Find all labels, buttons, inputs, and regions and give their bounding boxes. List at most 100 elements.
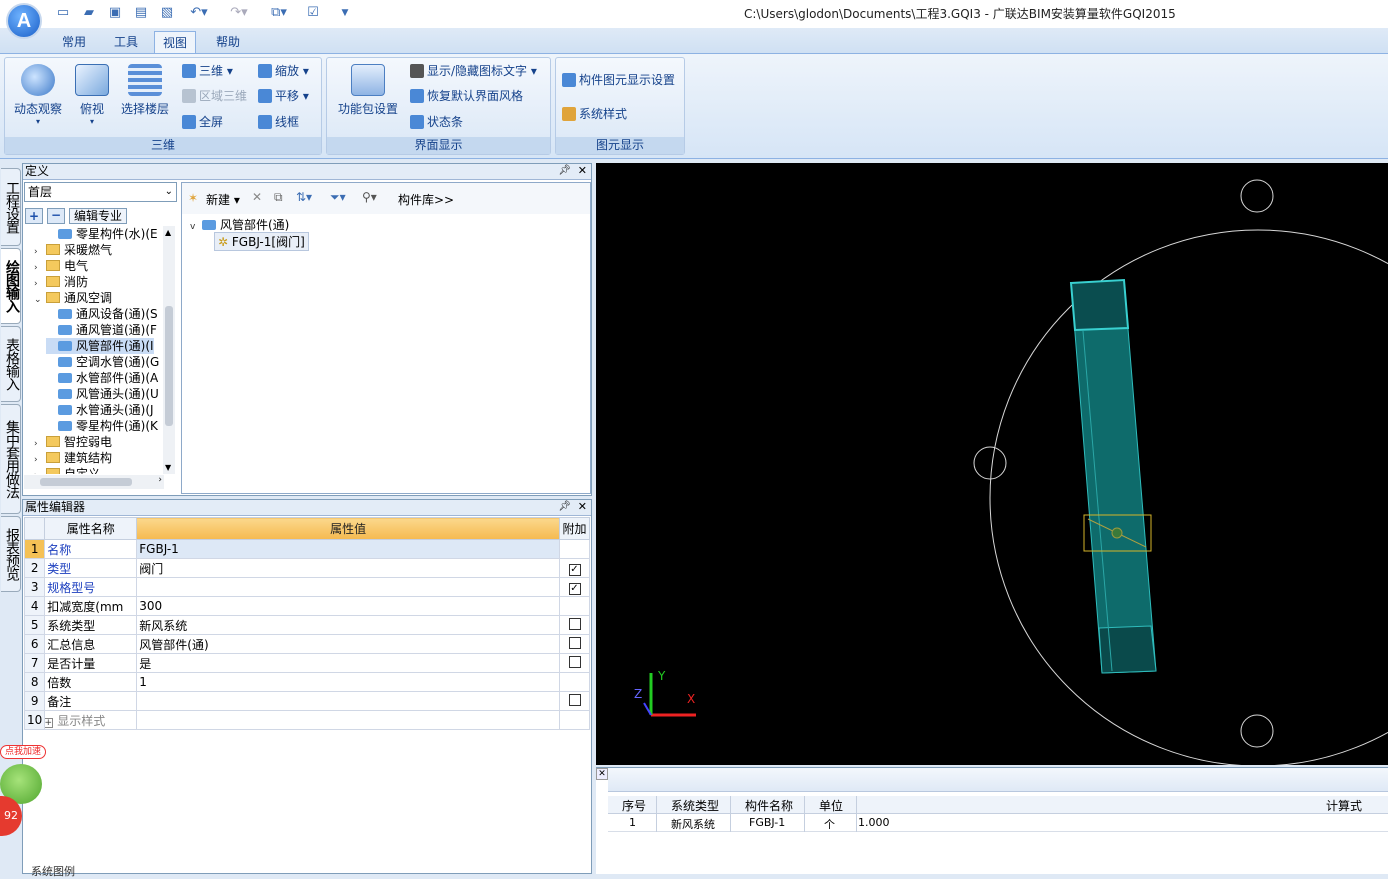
tree-vertical-scrollbar[interactable]: ▲ ▼ <box>163 226 175 474</box>
tab-view[interactable]: 视图 <box>154 31 197 53</box>
property-value[interactable]: 1 <box>136 672 560 692</box>
component-library-link[interactable]: 构件库>> <box>398 191 454 208</box>
property-row[interactable]: 6 汇总信息 风管部件(通) <box>23 634 590 654</box>
vtab-table-input[interactable]: 表格输入 <box>1 326 21 402</box>
extra-checkbox[interactable] <box>568 636 581 649</box>
restore-default-button[interactable]: 恢复默认界面风格 <box>410 86 523 106</box>
copy-icon[interactable]: ⧉ <box>274 190 283 205</box>
property-row[interactable]: 1 名称 FGBJ-1 <box>23 539 590 559</box>
tree-item[interactable]: 通风管道(通)(F <box>46 322 157 338</box>
property-row[interactable]: 2 类型 阀门 ✓ <box>23 558 590 578</box>
orbit-button[interactable]: 动态观察 ▾ <box>10 64 66 126</box>
floor-select[interactable]: 首层 ⌄ <box>24 182 177 202</box>
property-value[interactable]: FGBJ-1 <box>136 539 560 559</box>
property-row[interactable]: 9 备注 <box>23 691 590 711</box>
viewport-drawing[interactable]: X Y Z <box>596 163 1388 767</box>
tree-item[interactable]: › 自定义 <box>34 466 100 474</box>
orbit-handle-left[interactable] <box>973 446 1007 480</box>
prop-close-icon[interactable]: ✕ <box>578 500 587 513</box>
tree-item[interactable]: › 采暖燃气 <box>34 242 112 258</box>
property-row[interactable]: 10 + 显示样式 <box>23 710 590 730</box>
status-bar-button[interactable]: 状态条 <box>410 112 463 132</box>
orbit-ring[interactable] <box>989 229 1388 767</box>
qat-dropdown-icon[interactable]: ▼ <box>336 4 354 22</box>
close-icon[interactable]: ✕ <box>578 164 587 177</box>
new-file-icon[interactable]: ▭ <box>54 4 72 22</box>
property-value[interactable]: 300 <box>136 596 560 616</box>
tab-tools[interactable]: 工具 <box>106 31 146 53</box>
element-display-settings-button[interactable]: 构件图元显示设置 <box>562 70 675 90</box>
extra-checkbox[interactable]: ✓ <box>568 582 581 595</box>
property-extra[interactable] <box>559 653 590 673</box>
tree-hscroll-thumb[interactable] <box>40 478 132 486</box>
orbit-handle-top[interactable] <box>1240 179 1274 213</box>
toggle-icon-text-button[interactable]: 显示/隐藏图标文字 ▾ <box>410 61 537 81</box>
scroll-up-icon[interactable]: ▲ <box>165 228 171 237</box>
property-row[interactable]: 3 规格型号 ✓ <box>23 577 590 597</box>
tree-item[interactable]: ⌄ 通风空调 <box>34 290 112 306</box>
tree-horizontal-scrollbar[interactable]: › <box>24 475 164 489</box>
vtab-report-preview[interactable]: 报表预览 <box>1 516 21 592</box>
expand-all-icon[interactable]: + <box>25 208 43 224</box>
sort-icon[interactable]: ⇅▾ <box>296 190 312 204</box>
vtab-project-settings[interactable]: 工程设置 <box>1 168 21 246</box>
property-value[interactable]: 阀门 <box>136 558 560 578</box>
duct-component[interactable] <box>1069 278 1157 674</box>
tree-item[interactable]: › 建筑结构 <box>34 450 112 466</box>
redo-icon[interactable]: ↷▾ <box>224 4 254 22</box>
wireframe-button[interactable]: 线框 <box>258 112 299 132</box>
orbit-handle-bottom[interactable] <box>1240 714 1274 748</box>
tree-item[interactable]: › 电气 <box>34 258 88 274</box>
property-value[interactable] <box>136 691 560 711</box>
tree-item[interactable]: 风管通头(通)(U <box>46 386 159 402</box>
property-row[interactable]: 4 扣减宽度(mm 300 <box>23 596 590 616</box>
extra-checkbox[interactable] <box>568 655 581 668</box>
delete-icon[interactable]: ✕ <box>252 190 262 204</box>
edit-specialty-button[interactable]: 编辑专业 <box>69 208 127 224</box>
new-button[interactable]: 新建 ▾ <box>206 191 240 208</box>
scroll-down-icon[interactable]: ▼ <box>165 463 171 472</box>
filter-icon[interactable]: ⏷▾ <box>330 190 346 205</box>
property-extra[interactable] <box>559 691 590 711</box>
speedup-badge-text[interactable]: 点我加速 <box>0 745 46 759</box>
system-style-button[interactable]: 系统样式 <box>562 104 627 124</box>
save-icon[interactable]: ▣ <box>106 4 124 22</box>
pan-button[interactable]: 平移 ▾ <box>258 86 309 106</box>
extra-checkbox[interactable] <box>568 693 581 706</box>
export-icon[interactable]: ▤ <box>132 4 150 22</box>
tree-item[interactable]: 风管部件(通)(I <box>46 338 154 354</box>
tree-item[interactable]: 水管部件(通)(A <box>46 370 158 386</box>
extra-checkbox[interactable] <box>568 617 581 630</box>
collapse-all-icon[interactable]: − <box>47 208 65 224</box>
property-value[interactable]: 是 <box>136 653 560 673</box>
fullscreen-button[interactable]: 全屏 <box>182 112 223 132</box>
extra-checkbox[interactable]: ✓ <box>568 563 581 576</box>
tree-item[interactable]: 通风设备(通)(S <box>46 306 158 322</box>
area-3d-button[interactable]: 区域三维 <box>182 86 247 106</box>
3d-viewport[interactable]: X Y Z <box>596 163 1388 767</box>
tree-item[interactable]: 水管通头(通)(J <box>46 402 154 418</box>
list-child-item[interactable]: ✲ FGBJ-1[阀门] <box>214 232 309 251</box>
property-value[interactable]: 风管部件(通) <box>136 634 560 654</box>
property-value[interactable]: 新风系统 <box>136 615 560 635</box>
pin-icon[interactable]: 📌︎ <box>558 165 571 176</box>
tree-item[interactable]: 零星构件(通)(K <box>46 418 158 434</box>
panel-close-icon[interactable]: ✕ <box>596 768 608 780</box>
property-extra[interactable] <box>559 615 590 635</box>
tree-item[interactable]: 零星构件(水)(E <box>46 226 158 242</box>
image-icon[interactable]: ▧ <box>158 4 176 22</box>
package-settings-button[interactable]: 功能包设置 <box>334 64 402 117</box>
window-icon[interactable]: ⧉▾ <box>264 4 294 22</box>
property-value[interactable] <box>136 710 560 730</box>
property-extra[interactable]: ✓ <box>559 577 590 597</box>
tree-scroll-thumb[interactable] <box>165 306 173 426</box>
check-icon[interactable]: ☑ <box>304 4 322 22</box>
calc-row[interactable]: 1 新风系统 FGBJ-1 个 1.000 <box>608 814 1388 832</box>
component-anchor[interactable] <box>1111 527 1123 539</box>
open-folder-icon[interactable]: ▰ <box>80 4 98 22</box>
tree-item[interactable]: › 智控弱电 <box>34 434 112 450</box>
tab-help[interactable]: 帮助 <box>208 31 248 53</box>
tab-common[interactable]: 常用 <box>54 31 94 53</box>
chevron-right-icon[interactable]: › <box>34 468 44 474</box>
select-floor-button[interactable]: 选择楼层 <box>118 64 172 117</box>
